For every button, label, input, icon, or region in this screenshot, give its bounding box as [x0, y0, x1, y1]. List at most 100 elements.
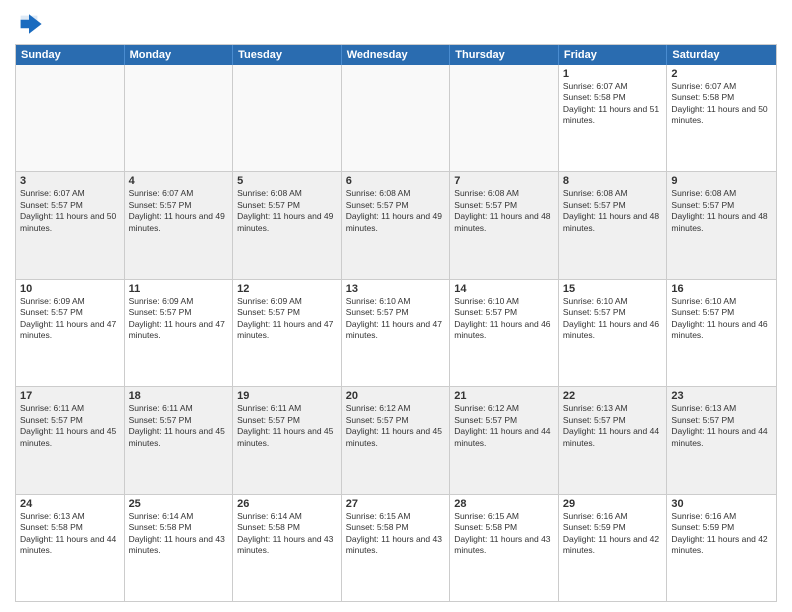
day-number: 12 [237, 283, 337, 295]
day-info: Sunrise: 6:07 AMSunset: 5:57 PMDaylight:… [20, 188, 120, 234]
day-info: Sunrise: 6:14 AMSunset: 5:58 PMDaylight:… [237, 511, 337, 557]
calendar-day-cell: 27Sunrise: 6:15 AMSunset: 5:58 PMDayligh… [342, 495, 451, 601]
day-info: Sunrise: 6:15 AMSunset: 5:58 PMDaylight:… [346, 511, 446, 557]
calendar-day-cell: 14Sunrise: 6:10 AMSunset: 5:57 PMDayligh… [450, 280, 559, 386]
day-info: Sunrise: 6:10 AMSunset: 5:57 PMDaylight:… [454, 296, 554, 342]
day-info: Sunrise: 6:07 AMSunset: 5:58 PMDaylight:… [671, 81, 772, 127]
day-of-week-header: Wednesday [342, 45, 451, 65]
calendar-day-cell: 28Sunrise: 6:15 AMSunset: 5:58 PMDayligh… [450, 495, 559, 601]
calendar-day-cell [342, 65, 451, 171]
day-info: Sunrise: 6:09 AMSunset: 5:57 PMDaylight:… [237, 296, 337, 342]
day-number: 30 [671, 498, 772, 510]
day-number: 6 [346, 175, 446, 187]
calendar-day-cell: 8Sunrise: 6:08 AMSunset: 5:57 PMDaylight… [559, 172, 668, 278]
calendar-day-cell: 19Sunrise: 6:11 AMSunset: 5:57 PMDayligh… [233, 387, 342, 493]
calendar-day-cell: 24Sunrise: 6:13 AMSunset: 5:58 PMDayligh… [16, 495, 125, 601]
day-info: Sunrise: 6:07 AMSunset: 5:57 PMDaylight:… [129, 188, 229, 234]
day-info: Sunrise: 6:11 AMSunset: 5:57 PMDaylight:… [237, 403, 337, 449]
calendar-day-cell: 25Sunrise: 6:14 AMSunset: 5:58 PMDayligh… [125, 495, 234, 601]
day-of-week-header: Friday [559, 45, 668, 65]
day-number: 4 [129, 175, 229, 187]
calendar-day-cell: 15Sunrise: 6:10 AMSunset: 5:57 PMDayligh… [559, 280, 668, 386]
day-info: Sunrise: 6:11 AMSunset: 5:57 PMDaylight:… [129, 403, 229, 449]
calendar-day-cell: 23Sunrise: 6:13 AMSunset: 5:57 PMDayligh… [667, 387, 776, 493]
day-info: Sunrise: 6:10 AMSunset: 5:57 PMDaylight:… [671, 296, 772, 342]
day-info: Sunrise: 6:10 AMSunset: 5:57 PMDaylight:… [563, 296, 663, 342]
calendar-day-cell: 26Sunrise: 6:14 AMSunset: 5:58 PMDayligh… [233, 495, 342, 601]
calendar-day-cell [16, 65, 125, 171]
day-of-week-header: Saturday [667, 45, 776, 65]
day-info: Sunrise: 6:16 AMSunset: 5:59 PMDaylight:… [563, 511, 663, 557]
day-number: 18 [129, 390, 229, 402]
calendar-day-cell: 4Sunrise: 6:07 AMSunset: 5:57 PMDaylight… [125, 172, 234, 278]
day-number: 15 [563, 283, 663, 295]
day-of-week-header: Sunday [16, 45, 125, 65]
calendar-body: 1Sunrise: 6:07 AMSunset: 5:58 PMDaylight… [16, 65, 776, 601]
day-info: Sunrise: 6:13 AMSunset: 5:57 PMDaylight:… [671, 403, 772, 449]
calendar-day-cell: 22Sunrise: 6:13 AMSunset: 5:57 PMDayligh… [559, 387, 668, 493]
calendar-day-cell: 12Sunrise: 6:09 AMSunset: 5:57 PMDayligh… [233, 280, 342, 386]
calendar-day-cell: 9Sunrise: 6:08 AMSunset: 5:57 PMDaylight… [667, 172, 776, 278]
day-info: Sunrise: 6:09 AMSunset: 5:57 PMDaylight:… [129, 296, 229, 342]
calendar-day-cell: 2Sunrise: 6:07 AMSunset: 5:58 PMDaylight… [667, 65, 776, 171]
day-info: Sunrise: 6:16 AMSunset: 5:59 PMDaylight:… [671, 511, 772, 557]
day-number: 7 [454, 175, 554, 187]
day-number: 26 [237, 498, 337, 510]
day-number: 24 [20, 498, 120, 510]
day-number: 17 [20, 390, 120, 402]
day-info: Sunrise: 6:12 AMSunset: 5:57 PMDaylight:… [346, 403, 446, 449]
calendar-week-row: 24Sunrise: 6:13 AMSunset: 5:58 PMDayligh… [16, 495, 776, 601]
calendar-day-cell: 3Sunrise: 6:07 AMSunset: 5:57 PMDaylight… [16, 172, 125, 278]
day-number: 27 [346, 498, 446, 510]
day-number: 3 [20, 175, 120, 187]
calendar-day-cell: 21Sunrise: 6:12 AMSunset: 5:57 PMDayligh… [450, 387, 559, 493]
calendar: SundayMondayTuesdayWednesdayThursdayFrid… [15, 44, 777, 602]
day-info: Sunrise: 6:10 AMSunset: 5:57 PMDaylight:… [346, 296, 446, 342]
calendar-day-cell: 11Sunrise: 6:09 AMSunset: 5:57 PMDayligh… [125, 280, 234, 386]
calendar-header-row: SundayMondayTuesdayWednesdayThursdayFrid… [16, 45, 776, 65]
day-info: Sunrise: 6:13 AMSunset: 5:58 PMDaylight:… [20, 511, 120, 557]
calendar-day-cell: 13Sunrise: 6:10 AMSunset: 5:57 PMDayligh… [342, 280, 451, 386]
day-info: Sunrise: 6:15 AMSunset: 5:58 PMDaylight:… [454, 511, 554, 557]
logo [15, 10, 45, 38]
calendar-day-cell: 1Sunrise: 6:07 AMSunset: 5:58 PMDaylight… [559, 65, 668, 171]
calendar-day-cell: 5Sunrise: 6:08 AMSunset: 5:57 PMDaylight… [233, 172, 342, 278]
day-info: Sunrise: 6:08 AMSunset: 5:57 PMDaylight:… [454, 188, 554, 234]
calendar-week-row: 1Sunrise: 6:07 AMSunset: 5:58 PMDaylight… [16, 65, 776, 172]
day-info: Sunrise: 6:08 AMSunset: 5:57 PMDaylight:… [563, 188, 663, 234]
day-number: 29 [563, 498, 663, 510]
calendar-day-cell [233, 65, 342, 171]
calendar-week-row: 10Sunrise: 6:09 AMSunset: 5:57 PMDayligh… [16, 280, 776, 387]
day-number: 13 [346, 283, 446, 295]
day-number: 20 [346, 390, 446, 402]
day-number: 16 [671, 283, 772, 295]
day-number: 2 [671, 68, 772, 80]
generalblue-logo-icon [15, 10, 43, 38]
day-info: Sunrise: 6:08 AMSunset: 5:57 PMDaylight:… [237, 188, 337, 234]
day-info: Sunrise: 6:13 AMSunset: 5:57 PMDaylight:… [563, 403, 663, 449]
day-number: 21 [454, 390, 554, 402]
day-number: 8 [563, 175, 663, 187]
calendar-day-cell: 29Sunrise: 6:16 AMSunset: 5:59 PMDayligh… [559, 495, 668, 601]
day-info: Sunrise: 6:14 AMSunset: 5:58 PMDaylight:… [129, 511, 229, 557]
day-number: 19 [237, 390, 337, 402]
day-number: 22 [563, 390, 663, 402]
day-of-week-header: Tuesday [233, 45, 342, 65]
day-number: 28 [454, 498, 554, 510]
day-of-week-header: Thursday [450, 45, 559, 65]
calendar-week-row: 3Sunrise: 6:07 AMSunset: 5:57 PMDaylight… [16, 172, 776, 279]
header [15, 10, 777, 38]
calendar-day-cell: 17Sunrise: 6:11 AMSunset: 5:57 PMDayligh… [16, 387, 125, 493]
day-number: 1 [563, 68, 663, 80]
calendar-day-cell: 16Sunrise: 6:10 AMSunset: 5:57 PMDayligh… [667, 280, 776, 386]
calendar-day-cell: 20Sunrise: 6:12 AMSunset: 5:57 PMDayligh… [342, 387, 451, 493]
day-info: Sunrise: 6:11 AMSunset: 5:57 PMDaylight:… [20, 403, 120, 449]
day-info: Sunrise: 6:12 AMSunset: 5:57 PMDaylight:… [454, 403, 554, 449]
day-number: 5 [237, 175, 337, 187]
calendar-day-cell: 7Sunrise: 6:08 AMSunset: 5:57 PMDaylight… [450, 172, 559, 278]
day-info: Sunrise: 6:07 AMSunset: 5:58 PMDaylight:… [563, 81, 663, 127]
calendar-day-cell: 10Sunrise: 6:09 AMSunset: 5:57 PMDayligh… [16, 280, 125, 386]
calendar-day-cell: 18Sunrise: 6:11 AMSunset: 5:57 PMDayligh… [125, 387, 234, 493]
calendar-day-cell: 6Sunrise: 6:08 AMSunset: 5:57 PMDaylight… [342, 172, 451, 278]
calendar-day-cell: 30Sunrise: 6:16 AMSunset: 5:59 PMDayligh… [667, 495, 776, 601]
